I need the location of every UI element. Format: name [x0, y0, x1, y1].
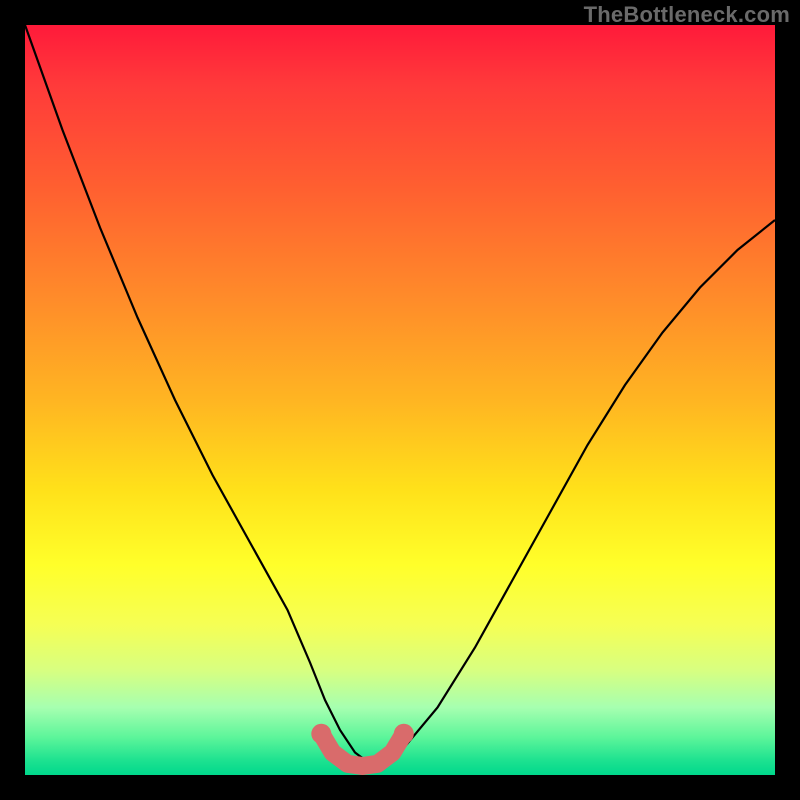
bottom-marker-dot: [394, 724, 414, 744]
chart-stage: TheBottleneck.com: [0, 0, 800, 800]
curve-svg: [25, 25, 775, 775]
bottleneck-curve-path: [25, 25, 775, 764]
bottom-marker-group: [311, 724, 414, 766]
bottom-marker-path: [321, 734, 404, 766]
plot-area: [25, 25, 775, 775]
bottom-marker-dot: [311, 724, 331, 744]
